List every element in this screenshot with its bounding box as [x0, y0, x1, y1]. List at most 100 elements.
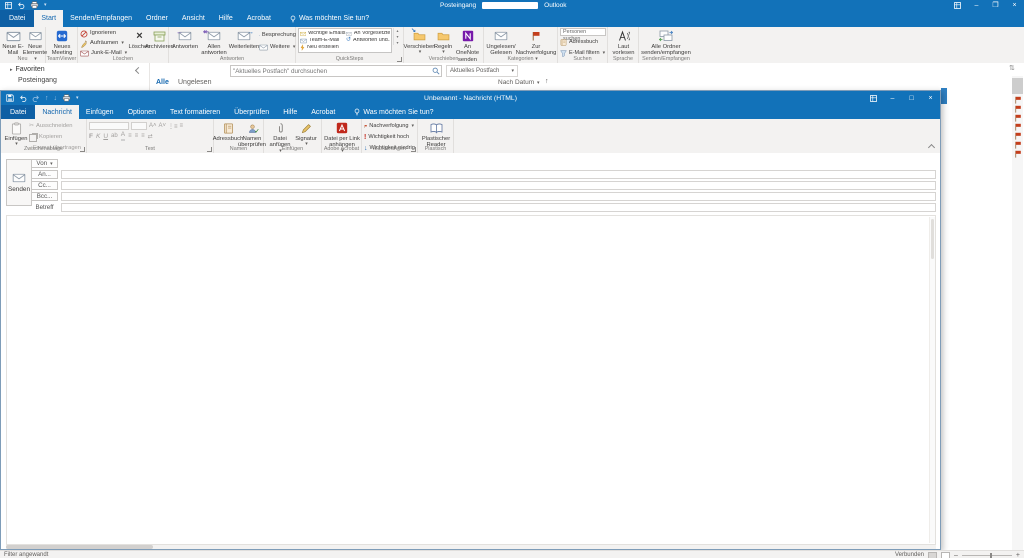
- main-tell-me[interactable]: Was möchten Sie tun?: [290, 10, 369, 27]
- cleanup-button[interactable]: Aufräumen▾: [80, 39, 130, 48]
- italic-icon[interactable]: K: [96, 133, 100, 140]
- numbered-list-icon[interactable]: ≡: [180, 123, 184, 129]
- address-book-button[interactable]: Adressbuch: [216, 120, 240, 142]
- from-field[interactable]: [61, 159, 936, 168]
- normal-view-icon[interactable]: [928, 552, 937, 558]
- tags-dialog-launcher-icon[interactable]: [411, 147, 416, 152]
- paste-button[interactable]: Einfügen▾: [3, 120, 29, 148]
- outlook-app-icon[interactable]: [5, 1, 12, 9]
- font-name-combobox[interactable]: [89, 122, 129, 130]
- reply-all-button[interactable]: ↞ Allen antworten: [199, 28, 229, 57]
- address-book-button[interactable]: Adressbuch: [560, 38, 606, 47]
- mail-flag-icon[interactable]: [1014, 96, 1022, 104]
- filter-unread-tab[interactable]: Ungelesen: [178, 79, 211, 86]
- find-people-box[interactable]: Personen suchen: [560, 28, 606, 36]
- qat-customize-dropdown-icon[interactable]: ▾: [76, 94, 79, 102]
- zoom-slider[interactable]: [962, 555, 1012, 556]
- align-right-icon[interactable]: ≡: [141, 133, 145, 139]
- bullet-list-icon[interactable]: ⋮≡: [168, 123, 178, 130]
- main-tab-hilfe[interactable]: Hilfe: [212, 10, 240, 27]
- sort-direction-icon[interactable]: ↑: [545, 78, 549, 85]
- scroll-down-icon[interactable]: ▾: [396, 34, 398, 39]
- font-color-icon[interactable]: A: [121, 132, 125, 141]
- main-tab-senden-empfangen[interactable]: Senden/Empfangen: [63, 10, 139, 27]
- zoom-slider-thumb[interactable]: [990, 553, 992, 558]
- zoom-out-icon[interactable]: –: [954, 552, 958, 558]
- collapse-folder-pane-icon[interactable]: [135, 67, 142, 74]
- zoom-in-icon[interactable]: +: [1016, 552, 1020, 558]
- to-field[interactable]: [61, 170, 936, 179]
- font-size-combobox[interactable]: [131, 122, 147, 130]
- highlight-icon[interactable]: ab: [111, 133, 118, 139]
- signature-button[interactable]: Signatur▾: [294, 120, 318, 148]
- compose-tab-optionen[interactable]: Optionen: [121, 105, 163, 119]
- new-meeting-button[interactable]: Neues Meeting: [48, 28, 76, 57]
- main-tab-datei[interactable]: Datei: [0, 10, 34, 27]
- quickstep-item[interactable]: ↺ Antworten und...: [346, 37, 390, 44]
- compose-tab-nachricht[interactable]: Nachricht: [35, 105, 79, 119]
- maximize-icon[interactable]: □: [902, 91, 921, 105]
- quicksteps-dialog-launcher-icon[interactable]: [397, 57, 402, 62]
- folder-item-inbox[interactable]: Posteingang: [18, 77, 57, 84]
- next-item-icon[interactable]: ↓: [54, 94, 58, 102]
- meeting-button[interactable]: Besprechung: [259, 31, 296, 40]
- mail-flag-icon[interactable]: [1014, 141, 1022, 149]
- search-input[interactable]: [230, 65, 442, 77]
- grow-font-icon[interactable]: A˄: [149, 123, 157, 129]
- previous-item-icon[interactable]: ↑: [45, 94, 49, 102]
- search-scope-dropdown[interactable]: Aktuelles Postfach ▾: [446, 65, 518, 77]
- minimize-icon[interactable]: –: [967, 0, 986, 10]
- check-names-button[interactable]: ✓ Namen überprüfen: [240, 120, 264, 149]
- compose-tab-hilfe[interactable]: Hilfe: [276, 105, 304, 119]
- indent-icons[interactable]: ⇄: [148, 133, 153, 140]
- clipboard-dialog-launcher-icon[interactable]: [80, 147, 85, 152]
- expand-triangle-icon[interactable]: ▸: [10, 67, 13, 73]
- high-importance-button[interactable]: ! Wichtigkeit hoch: [364, 133, 414, 142]
- follow-up-button[interactable]: Nachverfolgung▾: [364, 122, 414, 131]
- message-body[interactable]: [6, 215, 936, 545]
- reply-button[interactable]: ← Antworten: [171, 28, 199, 50]
- sort-by-dropdown[interactable]: Nach Datum ▾: [498, 79, 539, 86]
- filter-all-tab[interactable]: Alle: [156, 79, 169, 86]
- forward-button[interactable]: → Weiterleiten: [229, 28, 259, 50]
- undo-icon[interactable]: [19, 94, 27, 102]
- archive-button[interactable]: Archivieren: [149, 28, 170, 50]
- align-center-icon[interactable]: ≡: [135, 133, 139, 139]
- move-button[interactable]: ↘ Verschieben▾: [406, 28, 433, 56]
- from-button[interactable]: Von▾: [31, 159, 58, 168]
- quickstep-item[interactable]: Team-E-Mail: [300, 37, 346, 44]
- list-scrollbar-thumb[interactable]: [1012, 78, 1023, 94]
- selected-mail-row[interactable]: [941, 88, 947, 104]
- cc-field[interactable]: [61, 181, 936, 190]
- print-icon[interactable]: [30, 1, 39, 9]
- send-receive-all-button[interactable]: Alle Ordner senden/empfangen: [641, 28, 691, 57]
- search-icon[interactable]: [432, 67, 440, 75]
- mail-flag-icon[interactable]: [1014, 123, 1022, 131]
- compose-tab-datei[interactable]: Datei: [1, 105, 35, 119]
- body-vertical-scrollbar[interactable]: [929, 217, 935, 543]
- ignore-button[interactable]: Ignorieren: [80, 29, 130, 38]
- shrink-font-icon[interactable]: A˅: [159, 123, 167, 129]
- main-tab-ansicht[interactable]: Ansicht: [175, 10, 212, 27]
- cc-button[interactable]: Cc...: [31, 181, 58, 190]
- gallery-more-icon[interactable]: ▾: [396, 40, 398, 45]
- quickstep-item[interactable]: wichtige Emails...: [300, 30, 346, 37]
- body-vertical-scrollbar-thumb[interactable]: [931, 219, 934, 259]
- bcc-field[interactable]: [61, 192, 936, 201]
- bcc-button[interactable]: Bcc...: [31, 192, 58, 201]
- mail-flag-icon[interactable]: [1014, 132, 1022, 140]
- titlebar-search-box[interactable]: [482, 2, 538, 9]
- underline-icon[interactable]: U: [103, 133, 108, 140]
- compose-tab-acrobat[interactable]: Acrobat: [304, 105, 342, 119]
- mail-flag-icon[interactable]: [1014, 105, 1022, 113]
- qat-customize-dropdown-icon[interactable]: ▾: [44, 1, 47, 9]
- scroll-up-icon[interactable]: ▴: [396, 28, 398, 33]
- send-button[interactable]: Senden: [6, 159, 32, 206]
- mail-flag-icon[interactable]: [1014, 114, 1022, 122]
- list-sort-icon[interactable]: ⇅: [1009, 64, 1015, 72]
- minimize-icon[interactable]: –: [883, 91, 902, 105]
- main-tab-ordner[interactable]: Ordner: [139, 10, 175, 27]
- close-icon[interactable]: ×: [921, 91, 940, 105]
- quickstep-item[interactable]: Neu erstellen: [300, 44, 346, 51]
- main-tab-acrobat[interactable]: Acrobat: [240, 10, 278, 27]
